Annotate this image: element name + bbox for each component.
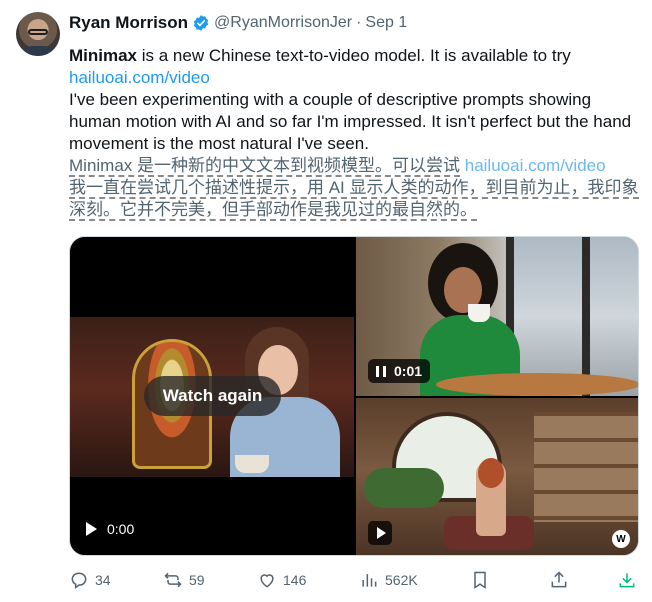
- verified-badge-icon[interactable]: [192, 14, 210, 32]
- video-top-right-controls[interactable]: 0:01: [368, 359, 431, 383]
- translation-line-1: Minimax 是一种新的中文文本到视频模型。可以尝试 hailuoai.com…: [69, 155, 641, 177]
- tweet-translation: Minimax 是一种新的中文文本到视频模型。可以尝试 hailuoai.com…: [69, 155, 641, 221]
- coffee-cup: [468, 304, 490, 322]
- author-avatar[interactable]: [16, 12, 60, 56]
- like-button[interactable]: 146: [257, 568, 306, 592]
- woman-hair: [478, 458, 504, 488]
- watch-again-button[interactable]: Watch again: [144, 376, 281, 416]
- author-name[interactable]: Ryan Morrison: [69, 13, 188, 33]
- repost-icon: [164, 572, 182, 588]
- download-button[interactable]: [617, 568, 637, 592]
- avatar-glasses: [28, 29, 48, 35]
- window-frame: [582, 237, 590, 396]
- play-button[interactable]: [368, 521, 392, 545]
- share-icon: [551, 571, 567, 588]
- tweet-paragraph-2: I've been experimenting with a couple of…: [69, 90, 632, 153]
- video-left[interactable]: Watch again 0:00: [70, 237, 354, 555]
- tweet-link-line: hailuoai.com/video: [69, 67, 641, 89]
- tweet-text-line1: is a new Chinese text-to-video model. It…: [137, 46, 571, 65]
- reply-button[interactable]: 34: [69, 568, 111, 592]
- views-icon: [362, 574, 377, 587]
- pause-icon[interactable]: [376, 365, 386, 377]
- header-separator: ·: [356, 14, 362, 31]
- action-bar: 34 59 146 562K: [65, 568, 645, 592]
- translation-line-2: 我一直在尝试几个描述性提示，用 AI 显示人类的动作，到目前为止，我印象深刻。它…: [69, 177, 641, 221]
- repost-count: 59: [189, 572, 205, 588]
- bookshelf: [534, 412, 638, 522]
- translation-text-2: 我一直在尝试几个描述性提示，用 AI 显示人类的动作，到目前为止，我印象深刻。它…: [69, 178, 639, 221]
- video-left-controls[interactable]: 0:00: [86, 521, 134, 537]
- coffee-cup: [235, 455, 269, 473]
- video-left-time: 0:00: [107, 521, 135, 537]
- views-count: 562K: [385, 572, 418, 588]
- repost-button[interactable]: 59: [163, 568, 205, 592]
- bookmark-icon: [474, 571, 486, 589]
- video-bottom-right[interactable]: W: [356, 398, 638, 555]
- tweet-text: Minimax is a new Chinese text-to-video m…: [69, 45, 641, 155]
- play-icon: [376, 527, 386, 539]
- like-count: 146: [283, 572, 307, 588]
- share-button[interactable]: [549, 568, 569, 592]
- video-top-right[interactable]: 0:01: [356, 237, 638, 396]
- tweet-date[interactable]: Sep 1: [365, 14, 407, 32]
- play-icon[interactable]: [86, 522, 97, 536]
- views-button[interactable]: 562K: [359, 568, 418, 592]
- watermark-logo: W: [612, 530, 630, 548]
- media-grid: Watch again 0:00 0:01 W: [69, 236, 639, 556]
- author-handle[interactable]: @RyanMorrisonJer: [214, 14, 352, 32]
- tweet-header: Ryan Morrison @RyanMorrisonJer · Sep 1: [69, 12, 407, 34]
- reply-icon: [71, 572, 87, 589]
- tweet-text-bold: Minimax: [69, 46, 138, 65]
- bookmark-button[interactable]: [470, 568, 490, 592]
- translation-text-1: Minimax 是一种新的中文文本到视频模型。可以尝试: [69, 156, 461, 177]
- translation-link[interactable]: hailuoai.com/video: [465, 156, 606, 175]
- reply-count: 34: [95, 572, 111, 588]
- plants: [364, 468, 444, 508]
- table: [436, 373, 638, 396]
- avatar-shirt: [22, 46, 54, 56]
- like-icon: [260, 574, 274, 588]
- tweet-link[interactable]: hailuoai.com/video: [69, 68, 210, 87]
- video-top-right-time: 0:01: [394, 363, 423, 379]
- download-icon: [619, 573, 635, 588]
- tweet-paragraph-1: Minimax is a new Chinese text-to-video m…: [69, 45, 641, 67]
